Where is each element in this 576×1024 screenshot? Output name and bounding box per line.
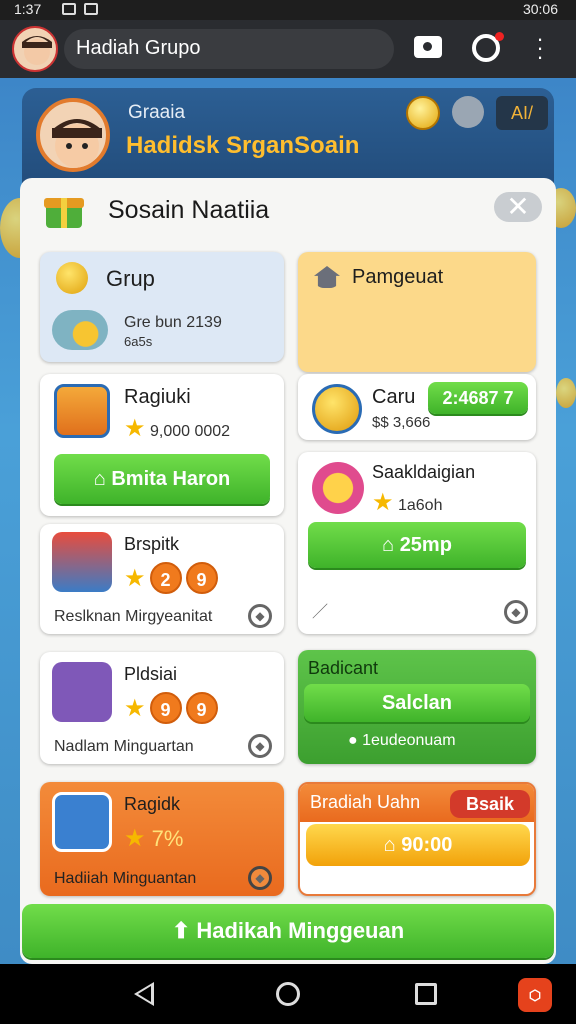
diamond-icon[interactable]: ◆ — [248, 604, 272, 628]
brspitk-title: Brspitk — [124, 534, 180, 554]
topbar-title: Hadiah Grupo — [64, 29, 394, 69]
brspitk-footer: Reslknan Mirgyeanitat — [54, 608, 213, 625]
panel-title: Sosain Naatiia — [108, 196, 270, 224]
avatar[interactable] — [12, 26, 58, 72]
ragidk-card[interactable]: Ragidk ★ 7% Hadiiah Minguantan ◆ — [40, 782, 284, 896]
badge-icon — [312, 462, 364, 514]
badicant-footer: ● 1eudeonuam — [348, 732, 456, 749]
more-icon[interactable]: · · · — [532, 28, 548, 68]
pldsiai-title: Pldsiai — [124, 664, 178, 684]
star-icon: ★ — [124, 695, 146, 722]
badicant-button[interactable]: Salclan — [304, 684, 530, 722]
house-icon: ⌂ — [93, 468, 112, 490]
coin-icon: ● — [348, 732, 363, 749]
caru-card[interactable]: Caru $$ 3,666 2:4687 7 — [298, 374, 536, 440]
star-icon: ★ — [124, 825, 146, 852]
badicant-title: Badicant — [308, 658, 379, 678]
camera-icon[interactable] — [414, 36, 442, 58]
android-navbar: ⬡ — [0, 964, 576, 1024]
rewards-panel: Sosain Naatiia ✕ Grup Gre bun 2139 6a5s … — [20, 178, 556, 964]
gift-icon — [54, 384, 110, 438]
caru-value: $$ 3,666 — [372, 414, 431, 431]
reward-card[interactable]: Pamgeuat — [298, 252, 536, 372]
saakl-card[interactable]: Saakldaigian ★ 1a6oh ⌂ 25mp ／ ◆ — [298, 452, 536, 634]
coin-icon — [406, 96, 440, 130]
cash-icon — [52, 662, 112, 722]
bradiah-card[interactable]: Bradiah Uahn Bsaik ⌂ 90:00 — [298, 782, 536, 896]
group-card[interactable]: Grup Gre bun 2139 6a5s — [40, 252, 284, 362]
diamond-icon[interactable]: ◆ — [248, 866, 272, 890]
pldsiai-badges: ★ 9 9 — [124, 692, 218, 724]
pldsiai-footer: Nadlam Minguartan — [54, 738, 194, 755]
group-value: Gre bun 2139 — [124, 314, 222, 331]
status-bar: 1:37 30:06 — [0, 0, 576, 20]
notification-icon — [62, 3, 76, 15]
bradiah-title: Bradiah Uahn — [310, 792, 421, 812]
ragiuki-title: Ragiuki — [124, 386, 191, 408]
profile-avatar[interactable] — [36, 98, 110, 172]
profile-subtitle: Graaia — [128, 102, 186, 123]
home-icon[interactable] — [276, 982, 300, 1006]
weekly-reward-button[interactable]: ⬆ Hadikah Minggeuan — [22, 904, 554, 958]
ai-badge[interactable]: AI/ — [496, 96, 548, 130]
lock-icon — [84, 3, 98, 15]
ragidk-footer: Hadiiah Minguantan — [54, 870, 197, 887]
bradiah-tag[interactable]: Bsaik — [450, 790, 530, 818]
medal-icon — [52, 792, 112, 852]
cap-icon — [52, 310, 108, 350]
ragiuki-card[interactable]: Ragiuki ★ 9,000 0002 ⌂ Bmita Haron — [40, 374, 284, 516]
group-title: Grup — [106, 266, 155, 291]
star-icon: ★ — [124, 565, 146, 592]
ragiuki-button[interactable]: ⌂ Bmita Haron — [54, 454, 270, 504]
saakl-title: Saakldaigian — [372, 462, 476, 482]
recents-icon[interactable] — [415, 983, 437, 1005]
group-sub: 6a5s — [124, 334, 153, 349]
house-icon — [314, 266, 340, 288]
ragidk-value: ★ 7% — [124, 825, 184, 852]
saakl-sub: ★ 1a6oh — [372, 489, 443, 516]
profile-title: Hadidsk SrganSoain — [126, 132, 360, 159]
badicant-card[interactable]: Badicant Salclan ● 1eudeonuam — [298, 650, 536, 764]
app-topbar: Hadiah Grupo · · · — [0, 20, 576, 78]
app-shortcut-icon[interactable]: ⬡ — [518, 978, 552, 1012]
caru-tag[interactable]: 2:4687 7 — [428, 382, 528, 414]
lock-icon: ⌂ — [382, 534, 400, 556]
saakl-button[interactable]: ⌂ 25mp — [308, 522, 526, 568]
diamond-icon[interactable]: ◆ — [248, 734, 272, 758]
diamond-icon[interactable]: ◆ — [504, 600, 528, 624]
coin-bag-icon — [312, 384, 362, 434]
close-icon[interactable]: ✕ — [494, 192, 542, 222]
gold-coin-icon — [56, 262, 88, 294]
caru-title: Caru — [372, 386, 416, 408]
brspitk-card[interactable]: Brspitk ★ 2 9 Reslknan Mirgyeanitat ◆ — [40, 524, 284, 634]
brspitk-badges: ★ 2 9 — [124, 562, 218, 594]
edit-icon[interactable]: ／ — [312, 598, 328, 622]
up-arrow-icon: ⬆ — [171, 918, 197, 943]
bot-icon[interactable] — [452, 96, 484, 128]
pldsiai-card[interactable]: Pldsiai ★ 9 9 Nadlam Minguartan ◆ — [40, 652, 284, 764]
star-icon: ★ — [124, 415, 146, 442]
reward-title: Pamgeuat — [352, 266, 444, 288]
ragidk-title: Ragidk — [124, 794, 181, 814]
star-icon: ★ — [372, 489, 394, 516]
status-time: 1:37 — [14, 1, 42, 17]
lock-icon: ⌂ — [383, 834, 402, 856]
bradiah-value[interactable]: ⌂ 90:00 — [306, 824, 530, 866]
gift-box-icon — [40, 188, 88, 232]
back-icon[interactable] — [134, 982, 154, 1006]
toolbox-icon — [52, 532, 112, 592]
status-battery: 30:06 — [522, 1, 558, 17]
ragiuki-value: ★ 9,000 0002 — [124, 415, 231, 442]
record-icon[interactable] — [472, 32, 504, 62]
